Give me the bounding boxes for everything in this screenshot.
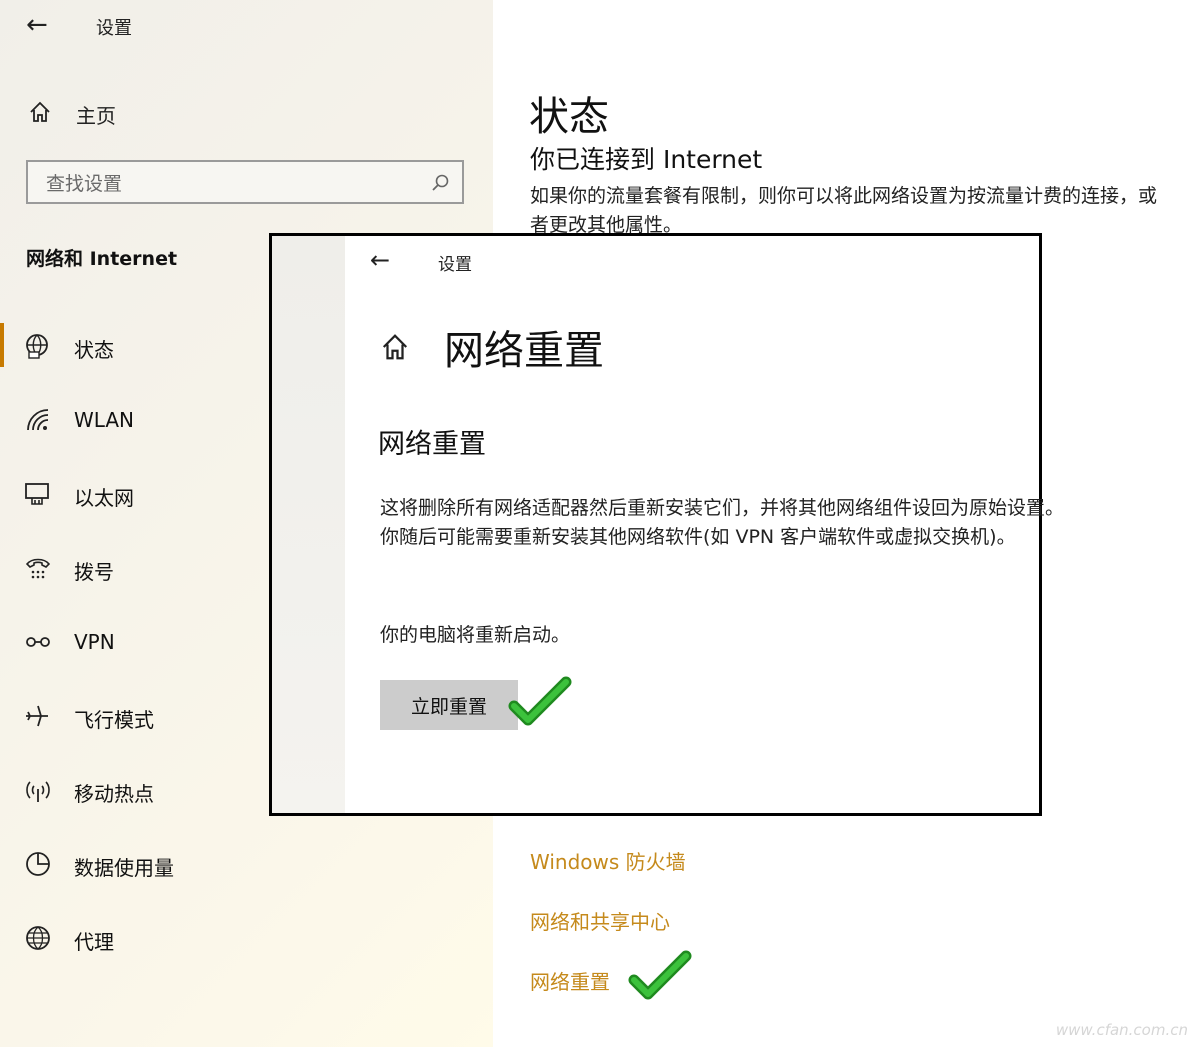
search-icon[interactable] (430, 173, 450, 193)
ethernet-icon (25, 483, 49, 505)
window-title: 设置 (96, 18, 132, 39)
dialog-title: 网络重置 (444, 328, 604, 374)
search-input[interactable] (44, 170, 418, 198)
globe-icon (26, 926, 50, 950)
checkmark-icon (628, 950, 692, 1000)
page-title: 状态 (529, 94, 609, 140)
dialog-sidebar-strip (272, 236, 345, 813)
sidebar-item-label: 数据使用量 (74, 856, 174, 880)
home-label: 主页 (76, 104, 116, 128)
dialog-window-title: 设置 (438, 255, 472, 275)
home-link[interactable]: 主页 (28, 98, 328, 128)
connection-status: 你已连接到 Internet (530, 145, 763, 174)
network-reset-dialog: ← 设置 网络重置 网络重置 这将删除所有网络适配器然后重新安装它们，并将其他网… (269, 233, 1064, 816)
back-arrow-icon[interactable]: ← (26, 12, 48, 38)
globe-network-icon (26, 334, 48, 359)
airplane-icon (26, 705, 48, 727)
sidebar-item-label: 飞行模式 (74, 708, 154, 732)
pie-chart-icon (26, 852, 50, 876)
reset-now-button[interactable]: 立即重置 (380, 680, 518, 730)
restart-note: 你的电脑将重新启动。 (380, 624, 571, 646)
status-description: 如果你的流量套餐有限制，则你可以将此网络设置为按流量计费的连接，或者更改其他属性… (530, 185, 1158, 236)
sidebar-item-label: 状态 (74, 338, 114, 362)
active-indicator (0, 323, 4, 367)
link-network-sharing-center[interactable]: 网络和共享中心 (530, 906, 670, 935)
sidebar-item-label: 代理 (74, 930, 114, 954)
wifi-icon (27, 409, 49, 431)
sidebar-item-label: WLAN (74, 408, 135, 432)
sidebar-item-label: 移动热点 (74, 782, 154, 806)
home-icon[interactable] (380, 332, 410, 362)
sidebar-item-label: VPN (74, 630, 115, 654)
sidebar-item-label: 以太网 (74, 486, 134, 510)
vpn-icon (26, 637, 50, 647)
sidebar-item-proxy[interactable]: 代理 (22, 912, 462, 962)
section-title: 网络和 Internet (26, 248, 178, 270)
checkmark-icon (508, 676, 572, 726)
watermark: www.cfan.com.cn (1055, 1021, 1188, 1039)
dialog-heading: 网络重置 (378, 429, 486, 460)
sidebar-item-label: 拨号 (74, 560, 114, 584)
back-arrow-icon[interactable]: ← (370, 246, 390, 274)
dialog-description: 这将删除所有网络适配器然后重新安装它们，并将其他网络组件设回为原始设置。你随后可… (380, 497, 1065, 548)
sidebar-item-data-usage[interactable]: 数据使用量 (22, 838, 462, 888)
search-box[interactable] (26, 160, 464, 204)
dialup-phone-icon (25, 558, 51, 579)
link-network-reset[interactable]: 网络重置 (530, 966, 610, 995)
hotspot-icon (26, 781, 50, 802)
home-icon (30, 101, 50, 122)
link-windows-firewall[interactable]: Windows 防火墙 (530, 846, 686, 875)
